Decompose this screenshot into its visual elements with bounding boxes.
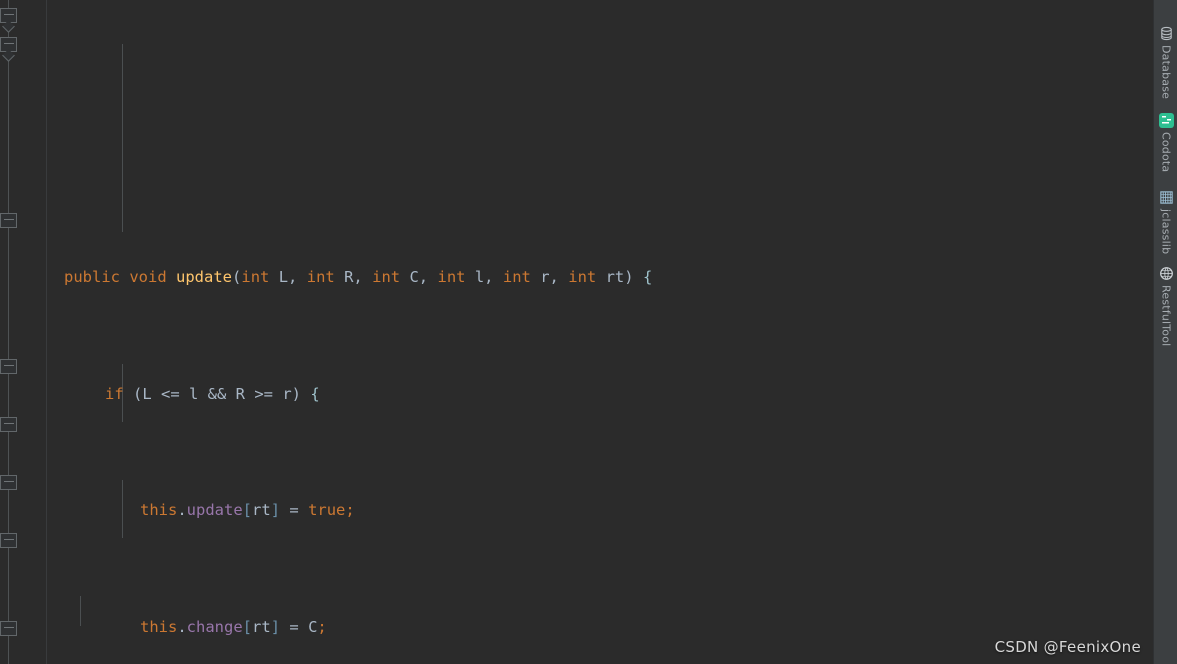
code-line: this.update[rt] = true; xyxy=(140,501,355,520)
jclasslib-icon xyxy=(1159,191,1173,204)
database-icon xyxy=(1160,26,1172,41)
code-line: public void update(int L, int R, int C, … xyxy=(64,267,653,286)
globe-icon xyxy=(1159,267,1173,280)
tool-tab-label: RestfulTool xyxy=(1159,285,1173,347)
tool-tab-codota[interactable]: Codota xyxy=(1154,113,1177,172)
tool-tab-jclasslib[interactable]: jclasslib xyxy=(1154,190,1177,254)
tool-tab-label: Codota xyxy=(1159,132,1173,173)
ide-editor-window: public void update(int L, int R, int C, … xyxy=(0,0,1177,664)
indent-guide xyxy=(122,44,123,232)
tool-tab-label: Database xyxy=(1159,45,1173,100)
tool-tab-database[interactable]: Database xyxy=(1154,26,1177,99)
right-tool-window-bar[interactable]: an Database Codota jclasslib xyxy=(1153,0,1177,664)
code-editor-area[interactable]: public void update(int L, int R, int C, … xyxy=(0,0,1153,664)
code-text[interactable]: public void update(int L, int R, int C, … xyxy=(0,0,1153,664)
csdn-watermark: CSDN @FeenixOne xyxy=(994,638,1141,656)
code-line: if (L <= l && R >= r) { xyxy=(105,384,320,403)
tool-tab-label: jclasslib xyxy=(1159,209,1173,255)
tool-tab-restfultool[interactable]: RestfulTool xyxy=(1154,266,1177,346)
codota-icon xyxy=(1158,113,1174,128)
code-line: this.change[rt] = C; xyxy=(140,618,327,637)
